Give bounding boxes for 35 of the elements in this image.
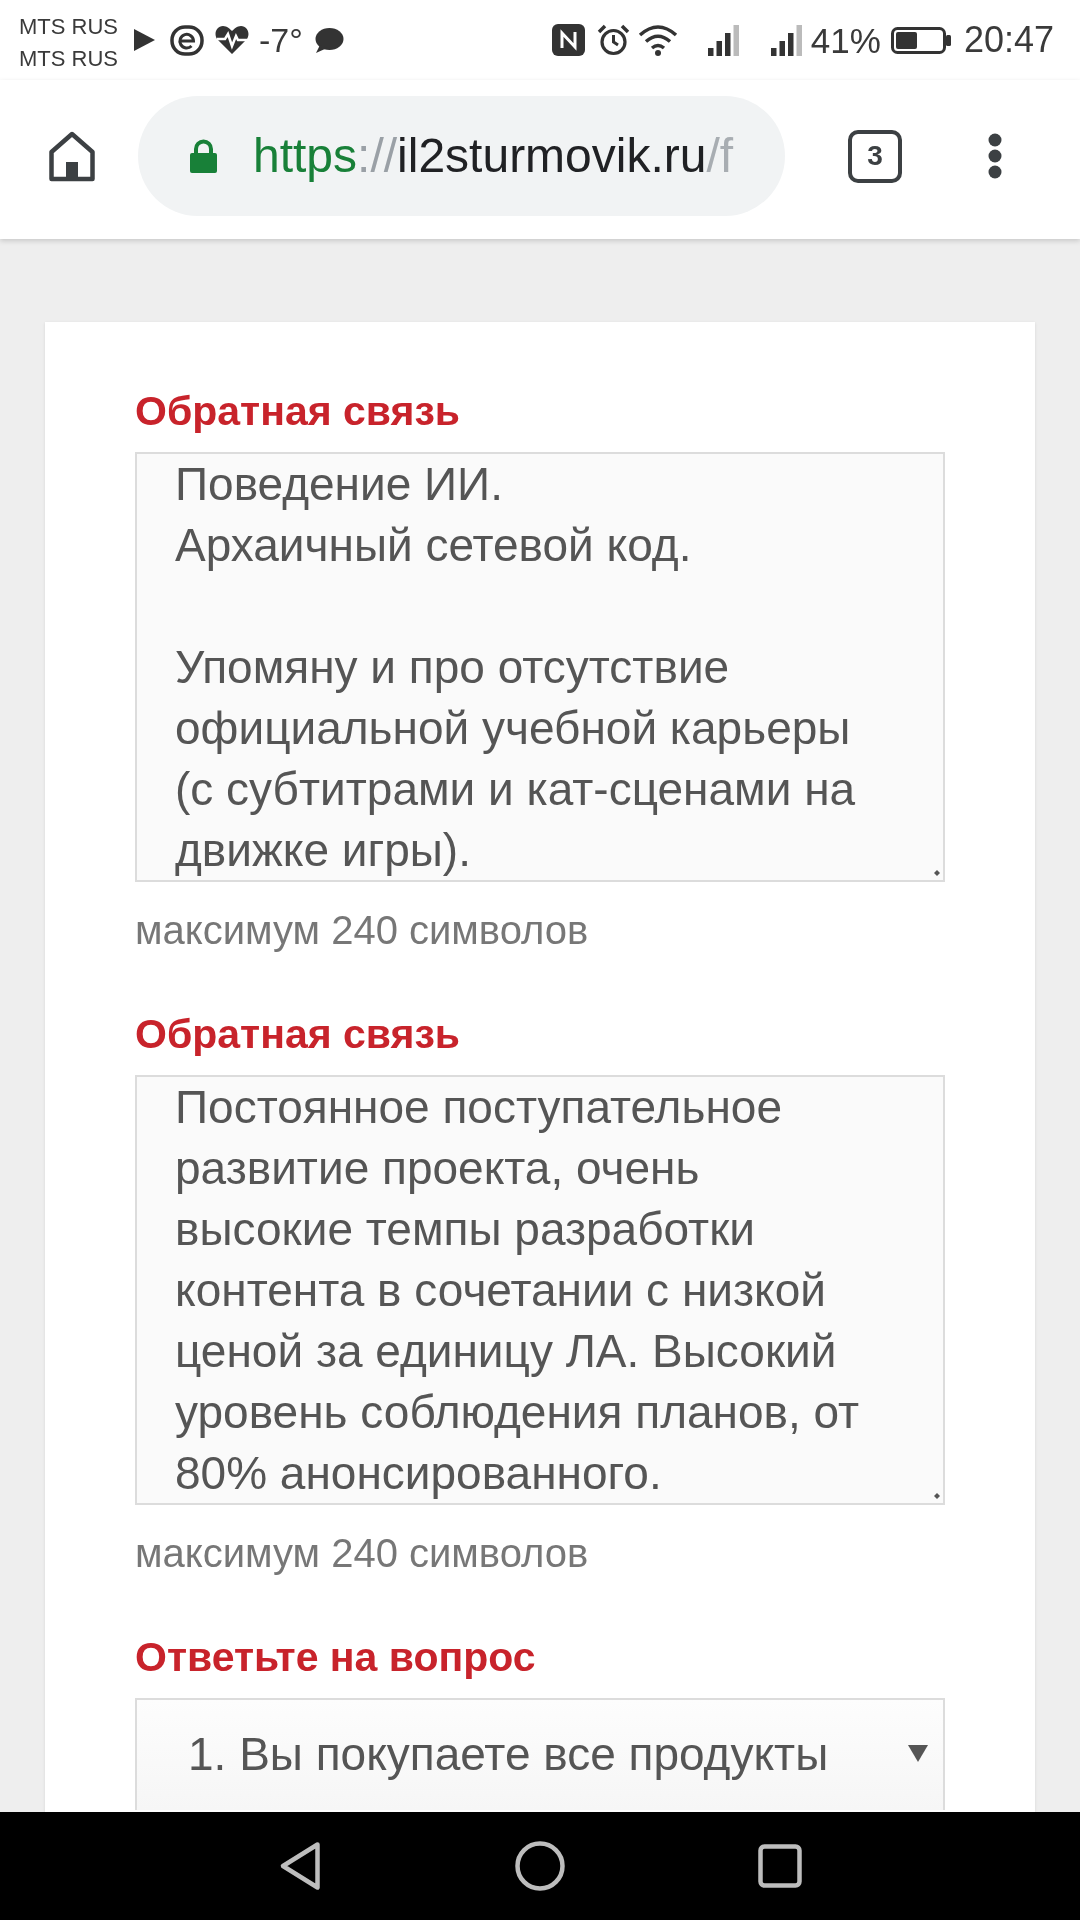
address-bar[interactable]: https://il2sturmovik.ru/f <box>138 96 785 216</box>
feedback-textarea[interactable]: Постоянное поступательное развитие проекта, очень высокие темпы разработки контента в сочетании с низкой ценой за единицу ЛА. Высокий уровень соблюдения планов, от 80% анонсированного. <box>135 1075 945 1505</box>
carrier-name: MTS RUS <box>19 12 118 41</box>
recent-apps-icon[interactable] <box>758 1844 802 1888</box>
home-icon[interactable] <box>515 1841 565 1891</box>
field-label: Ответьте на вопрос <box>135 1633 536 1681</box>
field-hint: максимум 240 символов <box>135 907 589 954</box>
feedback-textarea[interactable]: Поведение ИИ. Архаичный сетевой код. Упомяну и про отсутствие официальной учебной карьеры (с субтитрами и кат-сценами на движке игры). <box>135 452 945 882</box>
temperature-text: -7° <box>259 23 303 57</box>
resize-handle-icon[interactable] <box>934 1493 940 1499</box>
play-icon <box>132 28 156 52</box>
field-label: Обратная связь <box>135 387 460 435</box>
resize-handle-icon[interactable] <box>934 870 940 876</box>
alarm-clock-icon <box>596 24 630 56</box>
battery-icon <box>890 26 952 54</box>
lock-icon <box>187 139 220 173</box>
clock-time: 20:47 <box>963 22 1054 58</box>
menu-icon[interactable] <box>988 133 1002 179</box>
tab-switcher-button[interactable]: 3 <box>848 129 902 183</box>
field-label: Обратная связь <box>135 1010 460 1058</box>
circled-e-icon <box>170 24 204 56</box>
chat-bubble-icon <box>313 26 344 54</box>
home-icon[interactable] <box>48 130 96 182</box>
carrier-name: MTS RUS <box>19 44 118 73</box>
field-hint: максимум 240 символов <box>135 1530 589 1577</box>
signal-icon <box>705 24 742 56</box>
url-text: https://il2sturmovik.ru/f <box>253 128 734 184</box>
question-dropdown[interactable]: 1. Вы покупаете все продукты <box>135 1698 945 1810</box>
nfc-icon <box>551 24 585 56</box>
wifi-icon <box>637 24 678 56</box>
back-icon[interactable] <box>279 1841 321 1891</box>
signal-icon <box>768 24 805 56</box>
heart-pulse-icon <box>214 25 250 55</box>
battery-percent: 41% <box>810 22 881 58</box>
caret-icon <box>908 1745 928 1762</box>
